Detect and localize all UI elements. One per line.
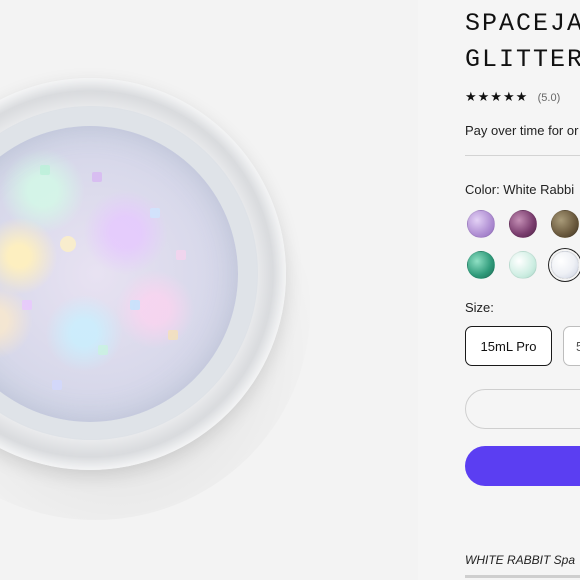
glitter-sparkle xyxy=(52,380,62,390)
product-title-line2: GLITTER xyxy=(465,45,580,74)
description-continued xyxy=(465,575,580,578)
size-option-15ml-pro[interactable]: 15mL Pro xyxy=(465,326,552,366)
glitter-sparkle xyxy=(92,172,102,182)
product-rating[interactable]: ★★★★★ (5.0) xyxy=(465,89,560,105)
glitter-sparkle xyxy=(60,236,76,252)
size-label: Size: xyxy=(465,300,494,315)
divider xyxy=(465,155,580,156)
add-to-bag-button[interactable] xyxy=(465,446,580,486)
product-title: SPACEJAM GLITTER xyxy=(465,6,580,78)
product-description: WHITE RABBIT Spa xyxy=(465,553,576,567)
swatch-purple[interactable] xyxy=(509,210,537,238)
star-rating-icon: ★★★★★ xyxy=(465,89,529,104)
color-label: Color: White Rabbi xyxy=(465,182,575,197)
glitter-sparkle xyxy=(22,300,32,310)
product-image xyxy=(0,0,418,580)
swatch-teal[interactable] xyxy=(467,251,495,279)
product-title-line1: SPACEJAM xyxy=(465,9,580,38)
swatch-lavender[interactable] xyxy=(467,210,495,238)
size-option-label: 5 xyxy=(576,338,580,354)
swatch-olive[interactable] xyxy=(551,210,579,238)
glitter-sparkle xyxy=(98,345,108,355)
size-option-second[interactable]: 5 xyxy=(563,326,580,366)
glitter-sparkle xyxy=(168,330,178,340)
secondary-action-button[interactable] xyxy=(465,389,580,429)
glitter-sparkle xyxy=(130,300,140,310)
rating-value: (5.0) xyxy=(537,92,561,104)
pay-over-time-note: Pay over time for or xyxy=(465,123,579,138)
product-details-panel: SPACEJAM GLITTER ★★★★★ (5.0) Pay over ti… xyxy=(418,0,580,580)
glitter-sparkle xyxy=(150,208,160,218)
glitter-sparkle xyxy=(176,250,186,260)
glitter-sparkle xyxy=(40,165,50,175)
size-option-label: 15mL Pro xyxy=(480,338,537,354)
swatch-white-rabbit[interactable] xyxy=(551,251,579,279)
swatch-mint[interactable] xyxy=(509,251,537,279)
